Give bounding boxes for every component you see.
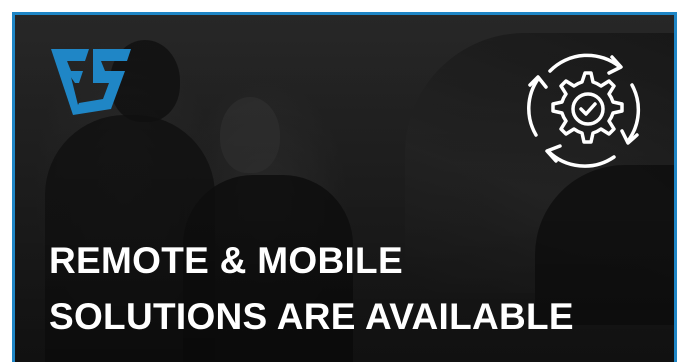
headline: REMOTE & MOBILE SOLUTIONS ARE AVAILABLE	[49, 233, 574, 345]
gear-check-cycle-icon	[527, 53, 641, 168]
headline-line-1: REMOTE & MOBILE	[49, 240, 403, 281]
banner-card: REMOTE & MOBILE SOLUTIONS ARE AVAILABLE	[12, 12, 677, 362]
brand-logo-icon	[51, 49, 131, 115]
headline-line-2: SOLUTIONS ARE AVAILABLE	[49, 296, 574, 337]
